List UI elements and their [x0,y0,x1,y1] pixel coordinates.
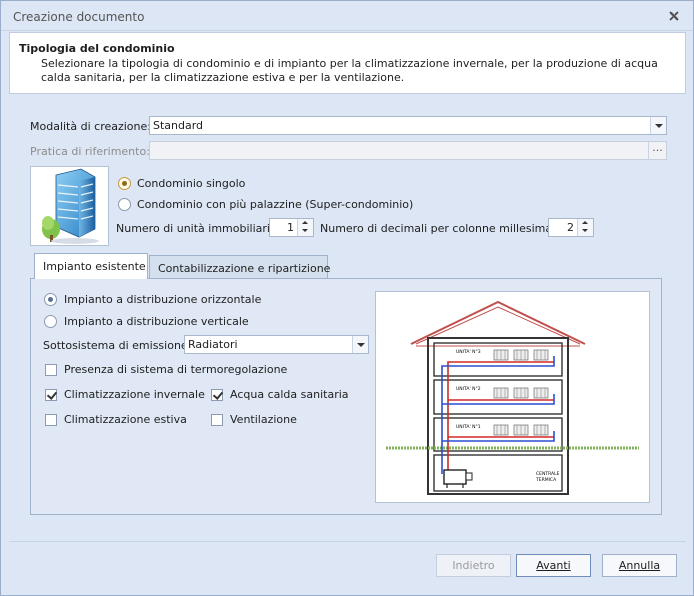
window-title: Creazione documento [13,10,145,24]
check-acqua-calda-label: Acqua calda sanitaria [230,388,349,401]
centrale-label-1: CENTRALE [536,471,560,477]
unit3-label: UNITA' N°3 [456,349,481,355]
check-climatizzazione-estiva[interactable] [45,414,57,426]
header-description: Selezionare la tipologia di condominio e… [41,57,658,84]
annulla-button[interactable]: Annulla [602,554,677,577]
radio-orizzontale-label: Impianto a distribuzione orizzontale [64,293,262,306]
check-climatizzazione-invernale-label: Climatizzazione invernale [64,388,205,401]
pratica-browse-button: ... [648,142,666,159]
wizard-body: Modalità di creazione: Standard Pratica … [9,96,686,536]
check-termoregolazione[interactable] [45,364,57,376]
chevron-down-icon[interactable] [352,336,368,353]
annulla-button-label: Annulla [618,559,661,572]
radio-verticale-label: Impianto a distribuzione verticale [64,315,249,328]
dialog-window: Creazione documento Tipologia del condom… [0,0,694,596]
tab-contabilizzazione[interactable]: Contabilizzazione e ripartizione [149,255,330,280]
modalita-combo[interactable]: Standard [149,116,667,135]
decimali-stepper[interactable]: 2 [548,218,594,237]
decimali-value: 2 [567,221,574,234]
radio-super-condominio-label: Condominio con più palazzine (Super-cond… [137,198,414,211]
spin-arrows-icon[interactable] [577,219,593,236]
check-ventilazione-label: Ventilazione [230,413,297,426]
unita-label: Numero di unità immobiliari: [116,222,274,235]
check-climatizzazione-estiva-label: Climatizzazione estiva [64,413,187,426]
pratica-label: Pratica di riferimento: [30,145,150,158]
radio-condominio-singolo[interactable] [118,177,131,190]
avanti-button[interactable]: Avanti [516,554,591,577]
indietro-button-label: Indietro [452,559,495,572]
building-icon-box [30,166,109,246]
indietro-button[interactable]: Indietro [436,554,511,577]
check-climatizzazione-invernale[interactable] [45,389,57,401]
centrale-label-2: TERMICA [535,477,557,483]
modalita-label: Modalità di creazione: [30,120,151,133]
sottosistema-value: Radiatori [188,338,238,351]
footer-separator [9,541,686,542]
unita-stepper[interactable]: 1 [269,218,314,237]
chevron-down-icon[interactable] [650,117,666,134]
tab-panel-impianto: Impianto a distribuzione orizzontale Imp… [30,278,662,515]
modalita-value: Standard [153,119,204,132]
check-termoregolazione-label: Presenza di sistema di termoregolazione [64,363,288,376]
building-diagram: UNITA' N°3 UNITA' N°2 UNITA' N°1 CENTRAL… [386,294,639,500]
radio-super-condominio[interactable] [118,198,131,211]
tab-impianto-esistente[interactable]: Impianto esistente [34,253,148,279]
avanti-button-label: Avanti [536,559,571,572]
building-icon [42,168,99,244]
unita-value: 1 [287,221,294,234]
impianto-diagram: UNITA' N°3 UNITA' N°2 UNITA' N°1 CENTRAL… [375,291,650,503]
spin-arrows-icon[interactable] [297,219,313,236]
header-title: Tipologia del condominio [19,42,175,55]
sottosistema-label: Sottosistema di emissione: [43,339,192,352]
title-bar: Creazione documento [1,1,693,31]
radio-condominio-singolo-label: Condominio singolo [137,177,246,190]
pratica-field: ... [149,141,667,160]
decimali-label: Numero di decimali per colonne millesima… [320,222,562,235]
sottosistema-combo[interactable]: Radiatori [184,335,369,354]
unit1-label: UNITA' N°1 [456,424,481,430]
radio-distribuzione-orizzontale[interactable] [44,293,57,306]
check-ventilazione[interactable] [211,414,223,426]
check-acqua-calda[interactable] [211,389,223,401]
unit2-label: UNITA' N°2 [456,386,481,392]
close-icon[interactable] [667,9,681,23]
wizard-header: Tipologia del condominio Selezionare la … [9,32,686,94]
radio-distribuzione-verticale[interactable] [44,315,57,328]
